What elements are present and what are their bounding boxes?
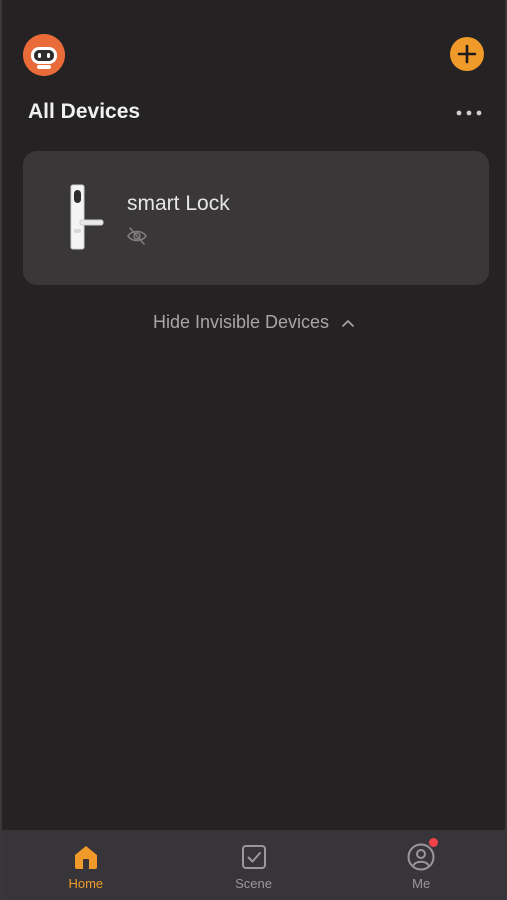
tab-label: Scene — [235, 876, 272, 891]
plus-icon — [457, 44, 477, 64]
eye-off-icon — [127, 227, 147, 245]
chevron-up-icon — [342, 320, 354, 328]
more-options-button[interactable] — [454, 104, 484, 122]
smart-lock-image — [70, 184, 104, 250]
notification-badge — [429, 838, 439, 847]
bottom-tab-bar: Home Scene Me — [2, 830, 505, 900]
tab-label: Me — [412, 876, 431, 891]
top-bar — [2, 0, 505, 95]
app-screen: All Devices smart Lock Hide Invisible De… — [0, 0, 507, 900]
home-icon — [71, 842, 101, 872]
tab-label: Home — [68, 876, 104, 891]
tab-scene[interactable]: Scene — [170, 830, 338, 900]
hide-invisible-devices-toggle[interactable]: Hide Invisible Devices — [2, 312, 505, 333]
tab-me[interactable]: Me — [337, 830, 505, 900]
robot-avatar-icon[interactable] — [23, 34, 65, 76]
profile-icon — [406, 838, 439, 872]
page-title: All Devices — [28, 100, 141, 123]
device-card-smart-lock[interactable]: smart Lock — [23, 151, 489, 285]
toggle-label: Hide Invisible Devices — [152, 312, 330, 332]
scene-check-icon — [239, 842, 269, 872]
more-dots-icon — [456, 110, 482, 116]
device-name: smart Lock — [127, 192, 230, 215]
add-device-button[interactable] — [450, 37, 484, 71]
tab-home[interactable]: Home — [2, 830, 170, 900]
